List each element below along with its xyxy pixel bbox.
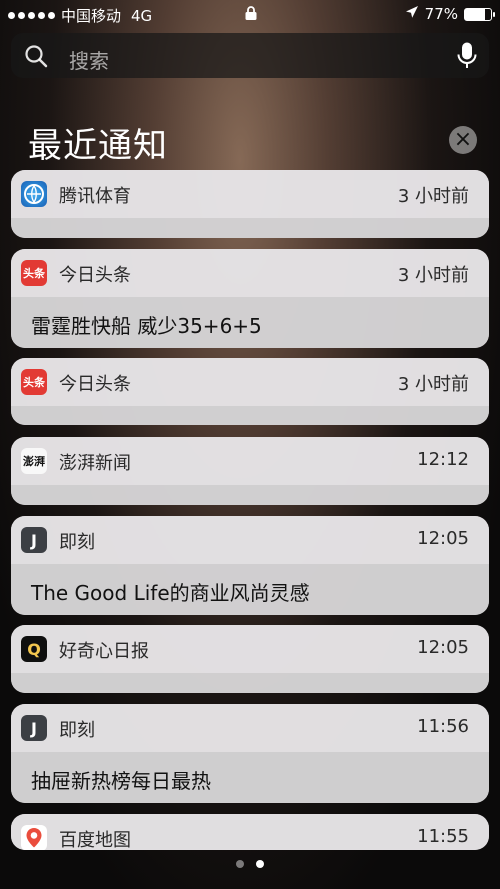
notification-app-name: 今日头条 [59, 374, 131, 395]
notification-app-name: 今日头条 [59, 265, 131, 286]
notification-header: Q 好奇心日报 12:05 [11, 625, 489, 673]
notification-message: 抽屉新热榜每日最热 [31, 769, 211, 793]
notification-time: 12:05 [417, 528, 469, 549]
notification-body [11, 673, 489, 693]
battery-fill [465, 8, 486, 20]
notification-card[interactable]: 百度地图 11:55 [11, 814, 489, 850]
notification-app-name: 好奇心日报 [59, 641, 149, 662]
notification-header: 澎湃 澎湃新闻 12:12 [11, 437, 489, 485]
notification-message: The Good Life的商业风尚灵感 [31, 581, 310, 605]
notification-body: The Good Life的商业风尚灵感 [11, 564, 489, 615]
notification-app-name: 百度地图 [59, 830, 131, 850]
toutiao-icon: 头条 [21, 369, 47, 395]
notification-time: 12:12 [417, 449, 469, 470]
notification-message: 雷霆胜快船 威少35+6+5 [31, 314, 262, 338]
microphone-icon[interactable] [455, 41, 479, 71]
notification-header: 百度地图 11:55 [11, 814, 489, 850]
notification-time: 3 小时前 [397, 374, 469, 395]
battery-percent: 77% [424, 5, 458, 23]
notification-card[interactable]: J 即刻 12:05 The Good Life的商业风尚灵感 [11, 516, 489, 615]
notification-card[interactable]: 腾讯体育 3 小时前 [11, 170, 489, 238]
notification-body [11, 485, 489, 505]
toutiao-icon: 头条 [21, 260, 47, 286]
pengpai-icon: 澎湃 [21, 448, 47, 474]
notification-app-name: 即刻 [59, 532, 95, 553]
notification-header: 头条 今日头条 3 小时前 [11, 358, 489, 406]
network-type: 4G [131, 6, 153, 25]
notification-app-name: 即刻 [59, 720, 95, 741]
status-right: 77% [405, 5, 495, 23]
location-arrow-icon [405, 5, 419, 23]
notification-body: 抽屉新热榜每日最热 [11, 752, 489, 803]
notification-time: 11:56 [417, 716, 469, 737]
notification-time: 3 小时前 [397, 265, 469, 286]
notification-header: 腾讯体育 3 小时前 [11, 170, 489, 218]
notification-card[interactable]: J 即刻 11:56 抽屉新热榜每日最热 [11, 704, 489, 803]
baidu-map-icon [21, 825, 47, 850]
notification-app-name: 腾讯体育 [59, 186, 131, 207]
notification-body [11, 218, 489, 238]
jike-icon: J [21, 715, 47, 741]
search-icon [24, 44, 48, 68]
status-left: 中国移动 4G [8, 5, 152, 26]
notification-time: 11:55 [417, 826, 469, 847]
notification-header: J 即刻 12:05 [11, 516, 489, 564]
notification-header: J 即刻 11:56 [11, 704, 489, 752]
clear-notifications-button[interactable]: × [449, 126, 477, 154]
battery-icon [464, 7, 495, 21]
notification-card[interactable]: 澎湃 澎湃新闻 12:12 [11, 437, 489, 505]
qdaily-icon: Q [21, 636, 47, 662]
notification-card[interactable]: 头条 今日头条 3 小时前 [11, 358, 489, 425]
notification-card[interactable]: 头条 今日头条 3 小时前 雷霆胜快船 威少35+6+5 [11, 249, 489, 348]
notification-card[interactable]: Q 好奇心日报 12:05 [11, 625, 489, 693]
status-bar: 中国移动 4G 77% [0, 0, 500, 30]
notification-time: 12:05 [417, 637, 469, 658]
notification-header: 头条 今日头条 3 小时前 [11, 249, 489, 297]
tencent-sports-icon [21, 181, 47, 207]
carrier-name: 中国移动 [61, 7, 122, 25]
search-bar[interactable]: 搜索 [11, 33, 489, 78]
search-placeholder: 搜索 [69, 49, 109, 73]
section-title: 最近通知 [28, 126, 168, 166]
jike-icon: J [21, 527, 47, 553]
lock-icon [244, 5, 258, 25]
notification-time: 3 小时前 [397, 186, 469, 207]
notification-app-name: 澎湃新闻 [59, 453, 131, 474]
notification-body: 雷霆胜快船 威少35+6+5 [11, 297, 489, 348]
page-indicator[interactable] [0, 860, 500, 868]
page-dot-active[interactable] [256, 860, 264, 868]
signal-strength-icon [8, 12, 55, 19]
notification-body [11, 406, 489, 425]
page-dot[interactable] [236, 860, 244, 868]
